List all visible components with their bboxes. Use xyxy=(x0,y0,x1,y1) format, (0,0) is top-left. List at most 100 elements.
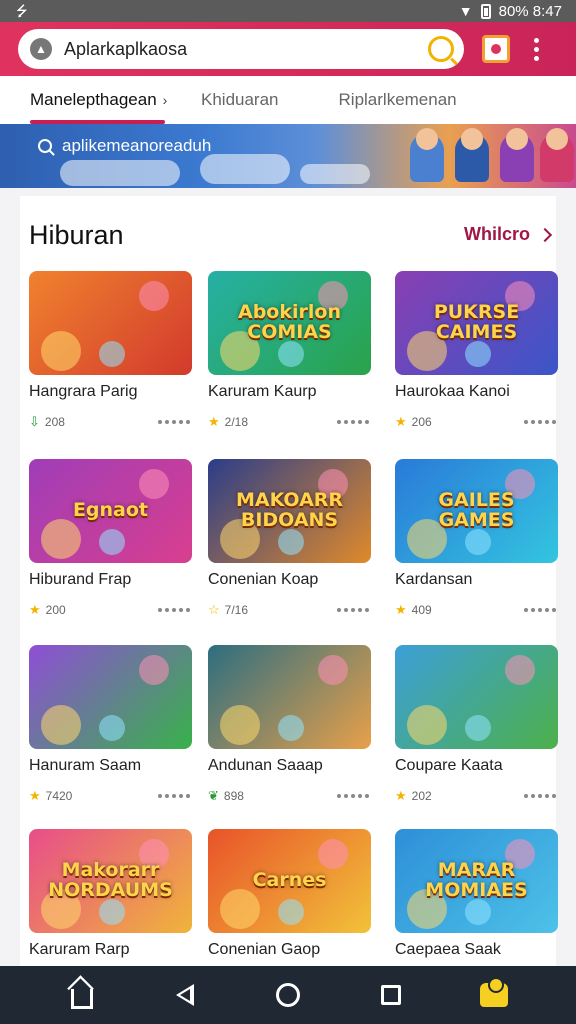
character-illustration xyxy=(410,128,444,182)
recents-icon[interactable] xyxy=(377,981,405,1009)
search-icon[interactable] xyxy=(428,36,454,62)
thumbnail-decoration xyxy=(41,519,81,559)
app-card[interactable]: Andunan Saaap ❦ 898 xyxy=(208,645,371,804)
thumbnail-decoration xyxy=(465,341,491,367)
character-illustration xyxy=(500,128,534,182)
rating-value: 898 xyxy=(223,789,244,803)
tab-label: Manelepthagean xyxy=(30,90,157,109)
thumbnail-decoration xyxy=(99,899,125,925)
battery-icon xyxy=(480,3,491,19)
search-input[interactable] xyxy=(64,38,428,60)
more-dots-icon[interactable] xyxy=(337,794,369,798)
leaf-icon: ❦ xyxy=(208,788,219,803)
star-outline-icon: ☆ xyxy=(208,602,220,617)
thumbnail-title: GAILES GAMES xyxy=(438,489,515,531)
app-name: Hiburand Frap xyxy=(29,571,132,588)
more-dots-icon[interactable] xyxy=(158,608,190,612)
search-box[interactable]: ▲ xyxy=(18,29,464,69)
app-card[interactable]: MAKOARR BIDOANS Conenian Koap ☆ 7/16 xyxy=(208,459,371,618)
star-icon: ★ xyxy=(395,788,407,803)
rating-value: 2/18 xyxy=(224,415,249,429)
tab-third[interactable]: Riplarlkemenan xyxy=(339,76,457,124)
app-name: Coupare Kaata xyxy=(395,757,503,774)
thumbnail-decoration xyxy=(99,715,125,741)
app-card[interactable]: Abokirlon COMIAS Karuram Kaurp ★ 2/18 xyxy=(208,271,371,430)
notification-icon: ⭍ xyxy=(16,3,28,19)
app-name: Caepaea Saak xyxy=(395,941,501,958)
more-dots-icon[interactable] xyxy=(524,794,556,798)
rating-value: 206 xyxy=(411,415,432,429)
tab-featured[interactable]: Manelepthagean › xyxy=(30,76,168,124)
app-thumbnail[interactable]: Carnes xyxy=(208,829,371,933)
thumbnail-decoration xyxy=(139,469,169,499)
status-right: ▼ 80% 8:47 xyxy=(459,3,562,20)
app-thumbnail[interactable]: PUKRSE CAIMES xyxy=(395,271,558,375)
tab-second[interactable]: Khiduaran xyxy=(201,76,279,124)
thumbnail-decoration xyxy=(505,655,535,685)
see-all-link[interactable]: Whilcro xyxy=(464,224,553,245)
download-icon: ⇩ xyxy=(29,414,40,429)
more-dots-icon[interactable] xyxy=(158,420,190,424)
app-card[interactable]: CarnesConenian Gaop★208 xyxy=(208,829,371,988)
status-bar: ⭍ ▼ 80% 8:47 xyxy=(0,0,576,22)
app-thumbnail[interactable]: MAKOARR BIDOANS xyxy=(208,459,371,563)
app-rating: ☆ 7/16 xyxy=(208,602,248,618)
cloud-decoration xyxy=(60,160,180,186)
more-dots-icon[interactable] xyxy=(337,420,369,424)
app-rating: ★ 202 xyxy=(395,788,432,804)
app-card[interactable]: Coupare Kaata ★ 202 xyxy=(395,645,558,804)
app-thumbnail[interactable]: Abokirlon COMIAS xyxy=(208,271,371,375)
rating-value: 7/16 xyxy=(224,603,249,617)
app-thumbnail[interactable] xyxy=(29,271,192,375)
chevron-right-icon: › xyxy=(162,92,168,108)
profile-icon[interactable] xyxy=(482,35,510,63)
app-thumbnail[interactable] xyxy=(208,645,371,749)
back-icon[interactable] xyxy=(171,981,199,1009)
thumbnail-title: Egnaot xyxy=(72,499,149,522)
app-card[interactable]: Egnaot Hiburand Frap ★ 200 xyxy=(29,459,192,618)
app-thumbnail[interactable]: MARAR MOMIAES xyxy=(395,829,558,933)
app-meta: ❦ 898 xyxy=(208,788,371,804)
thumbnail-title: MAKOARR BIDOANS xyxy=(235,489,344,531)
app-card[interactable]: Hangrara Parig ⇩ 208 xyxy=(29,271,192,430)
home-circle-icon[interactable] xyxy=(274,981,302,1009)
app-rating: ⇩ 208 xyxy=(29,414,65,430)
thumbnail-title: PUKRSE CAIMES xyxy=(433,301,520,343)
thumbnail-decoration xyxy=(41,705,81,745)
tab-label: Khiduaran xyxy=(201,90,279,109)
rating-value: 202 xyxy=(411,789,432,803)
app-rating: ★ 2/18 xyxy=(208,414,248,430)
app-thumbnail[interactable]: GAILES GAMES xyxy=(395,459,558,563)
thumbnail-decoration xyxy=(220,889,260,929)
search-icon xyxy=(38,139,52,153)
app-rating: ★ 7420 xyxy=(29,788,72,804)
app-thumbnail[interactable]: Egnaot xyxy=(29,459,192,563)
app-rating: ★ 200 xyxy=(29,602,66,618)
app-thumbnail[interactable] xyxy=(395,645,558,749)
app-screen: ⭍ ▼ 80% 8:47 ▲ Manelepthagean › Khiduara… xyxy=(0,0,576,1024)
app-card[interactable]: MARAR MOMIAESCaepaea Saak★0:0:9 xyxy=(395,829,558,988)
app-meta: ★ 206 xyxy=(395,414,558,430)
app-meta: ★ 2/18 xyxy=(208,414,371,430)
thumbnail-decoration xyxy=(278,529,304,555)
app-card[interactable]: Makorarr NORDAUMSKaruram Rarp★708 xyxy=(29,829,192,988)
thumbnail-title: Makorarr NORDAUMS xyxy=(48,859,173,901)
app-meta: ★ 409 xyxy=(395,602,558,618)
app-card[interactable]: GAILES GAMES Kardansan ★ 409 xyxy=(395,459,558,618)
assistant-icon[interactable] xyxy=(480,977,509,1009)
more-vert-icon[interactable] xyxy=(532,37,540,61)
app-card[interactable]: Hanuram Saam ★ 7420 xyxy=(29,645,192,804)
more-dots-icon[interactable] xyxy=(158,794,190,798)
app-thumbnail[interactable]: Makorarr NORDAUMS xyxy=(29,829,192,933)
more-dots-icon[interactable] xyxy=(337,608,369,612)
banner-search[interactable]: aplikemeanoreaduh xyxy=(38,136,211,156)
thumbnail-decoration xyxy=(465,529,491,555)
more-dots-icon[interactable] xyxy=(524,420,556,424)
thumbnail-decoration xyxy=(318,839,348,869)
app-thumbnail[interactable] xyxy=(29,645,192,749)
home-icon[interactable] xyxy=(68,981,96,1009)
more-dots-icon[interactable] xyxy=(524,608,556,612)
promo-banner[interactable]: aplikemeanoreaduh xyxy=(0,124,576,188)
app-rating: ★ 206 xyxy=(395,414,432,430)
app-card[interactable]: PUKRSE CAIMES Haurokaa Kanoi ★ 206 xyxy=(395,271,558,430)
